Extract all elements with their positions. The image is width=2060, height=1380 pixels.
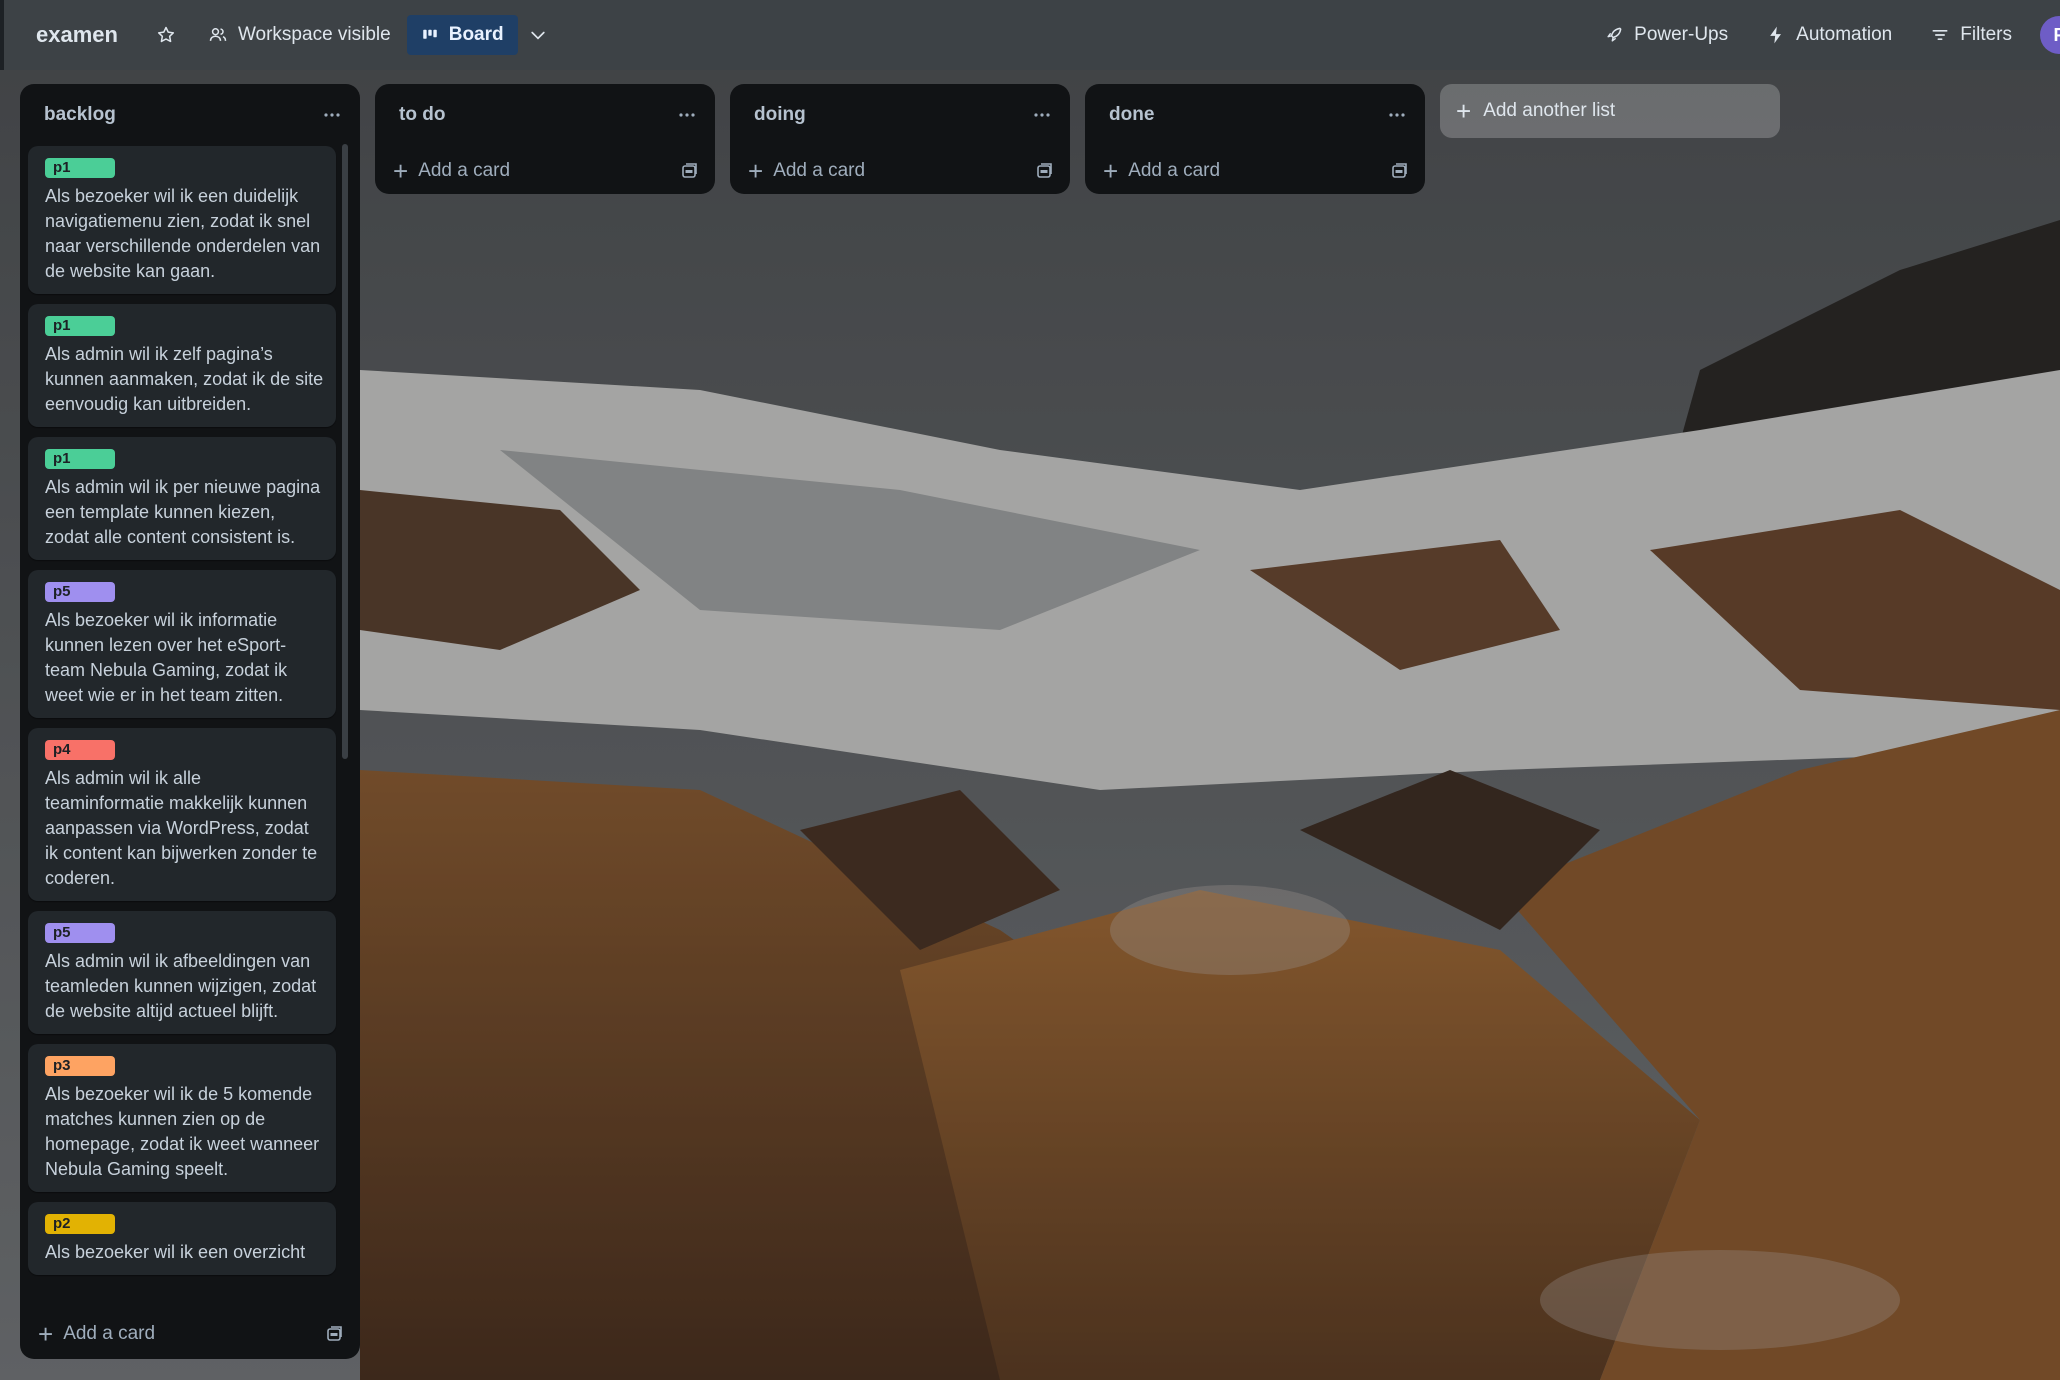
card-title: Als bezoeker wil ik een duidelijk naviga…	[45, 186, 321, 281]
filter-icon	[1932, 30, 1948, 41]
list-footer: + Add a card	[375, 146, 715, 196]
card[interactable]: p4 Als admin wil ik alle teaminformatie m…	[28, 728, 336, 901]
more-icon	[679, 113, 695, 117]
add-another-list-label: Add another list	[1483, 100, 1616, 121]
list-menu-button[interactable]	[675, 103, 699, 127]
list-header: backlog	[20, 84, 360, 146]
more-icon	[324, 113, 340, 117]
card-title: Als bezoeker wil ik een overzicht	[45, 1242, 306, 1262]
priority-label: p3	[45, 1056, 115, 1076]
list-header: done	[1085, 84, 1425, 146]
power-ups-label: Power-Ups	[1634, 24, 1729, 45]
card[interactable]: p1 Als admin wil ik per nieuwe pagina een…	[28, 437, 336, 560]
more-icon	[1034, 113, 1050, 117]
power-ups-button[interactable]: Power-Ups	[1594, 15, 1738, 55]
star-icon	[157, 26, 175, 43]
card[interactable]: p5 Als bezoeker wil ik informatie kunnen …	[28, 570, 336, 718]
board-icon	[422, 29, 437, 39]
add-another-list-button[interactable]: + Add another list	[1440, 84, 1780, 138]
plus-icon: +	[748, 156, 764, 186]
list-doing: doing + Add a card	[730, 84, 1070, 194]
priority-label: p4	[45, 740, 115, 760]
list-scrollbar[interactable]	[342, 144, 348, 759]
card[interactable]: p3 Als bezoeker wil ik de 5 komende match…	[28, 1044, 336, 1192]
card-title: Als admin wil ik zelf pagina’s kunnen aa…	[45, 344, 324, 414]
list-footer: + Add a card	[20, 1309, 360, 1359]
add-card-button[interactable]: + Add a card	[748, 158, 865, 184]
card[interactable]: p5 Als admin wil ik afbeeldingen van team…	[28, 911, 336, 1034]
card-template-icon[interactable]	[1036, 162, 1054, 180]
plus-icon: +	[393, 156, 409, 186]
board-header: examen Workspace visible Board Power-Ups…	[0, 0, 2060, 70]
list-title[interactable]: doing	[754, 104, 806, 126]
priority-label: p1	[45, 449, 115, 469]
list-header: to do	[375, 84, 715, 146]
add-card-label: Add a card	[63, 1323, 156, 1344]
card-title: Als admin wil ik alle teaminformatie mak…	[45, 768, 318, 888]
lightning-icon	[1770, 26, 1782, 44]
list-backlog: backlog p1 Als bezoeker wil ik een duidel…	[20, 84, 360, 1359]
list-todo: to do + Add a card	[375, 84, 715, 194]
plus-icon: +	[1456, 95, 1472, 126]
card-template-icon[interactable]	[1391, 162, 1409, 180]
workspace-visible-label: Workspace visible	[237, 24, 391, 45]
list-menu-button[interactable]	[1385, 103, 1409, 127]
card[interactable]: p2 Als bezoeker wil ik een overzicht	[28, 1202, 336, 1275]
board-title[interactable]: examen	[36, 22, 118, 48]
people-icon	[209, 28, 227, 41]
plus-icon: +	[1103, 156, 1119, 186]
automation-button[interactable]: Automation	[1756, 15, 1902, 55]
view-switcher-button[interactable]	[518, 15, 558, 55]
add-card-label: Add a card	[1128, 160, 1221, 181]
avatar[interactable]: F	[2040, 16, 2060, 54]
board-view-button[interactable]: Board	[406, 15, 518, 55]
list-title[interactable]: to do	[399, 104, 445, 126]
card[interactable]: p1 Als admin wil ik zelf pagina’s kunnen …	[28, 304, 336, 427]
card-template-icon[interactable]	[326, 1325, 344, 1343]
priority-label: p2	[45, 1214, 115, 1234]
priority-label: p5	[45, 923, 115, 943]
list-footer: + Add a card	[1085, 146, 1425, 196]
filters-button[interactable]: Filters	[1920, 15, 2022, 55]
list-title[interactable]: backlog	[44, 104, 116, 126]
priority-label: p5	[45, 582, 115, 602]
card-title: Als bezoeker wil ik de 5 komende matches…	[45, 1084, 320, 1179]
card[interactable]: p1 Als bezoeker wil ik een duidelijk navi…	[28, 146, 336, 294]
list-header: doing	[730, 84, 1070, 146]
plus-icon: +	[38, 1319, 54, 1349]
card-title: Als admin wil ik per nieuwe pagina een t…	[45, 477, 321, 547]
header-actions: Power-Ups Automation Filters F	[1594, 0, 2060, 70]
filters-label: Filters	[1960, 24, 2012, 45]
list-done: done + Add a card	[1085, 84, 1425, 194]
board-view-label: Board	[448, 24, 504, 45]
add-card-label: Add a card	[418, 160, 511, 181]
list-title[interactable]: done	[1109, 104, 1154, 126]
card-title: Als admin wil ik afbeeldingen van teamle…	[45, 951, 317, 1021]
card-template-icon[interactable]	[681, 162, 699, 180]
workspace-visible-button[interactable]: Workspace visible	[198, 15, 401, 55]
list-menu-button[interactable]	[1030, 103, 1054, 127]
add-card-label: Add a card	[773, 160, 866, 181]
chevron-down-icon	[530, 31, 545, 40]
card-list[interactable]: p1 Als bezoeker wil ik een duidelijk navi…	[28, 146, 348, 1296]
add-card-button[interactable]: + Add a card	[1103, 158, 1220, 184]
more-icon	[1389, 113, 1405, 117]
list-footer: + Add a card	[730, 146, 1070, 196]
automation-label: Automation	[1796, 24, 1893, 45]
priority-label: p1	[45, 316, 115, 336]
star-button[interactable]	[146, 15, 186, 55]
rocket-icon	[1607, 27, 1622, 42]
add-card-button[interactable]: + Add a card	[38, 1321, 155, 1347]
add-card-button[interactable]: + Add a card	[393, 158, 510, 184]
card-title: Als bezoeker wil ik informatie kunnen le…	[45, 610, 288, 705]
priority-label: p1	[45, 158, 115, 178]
list-menu-button[interactable]	[320, 103, 344, 127]
